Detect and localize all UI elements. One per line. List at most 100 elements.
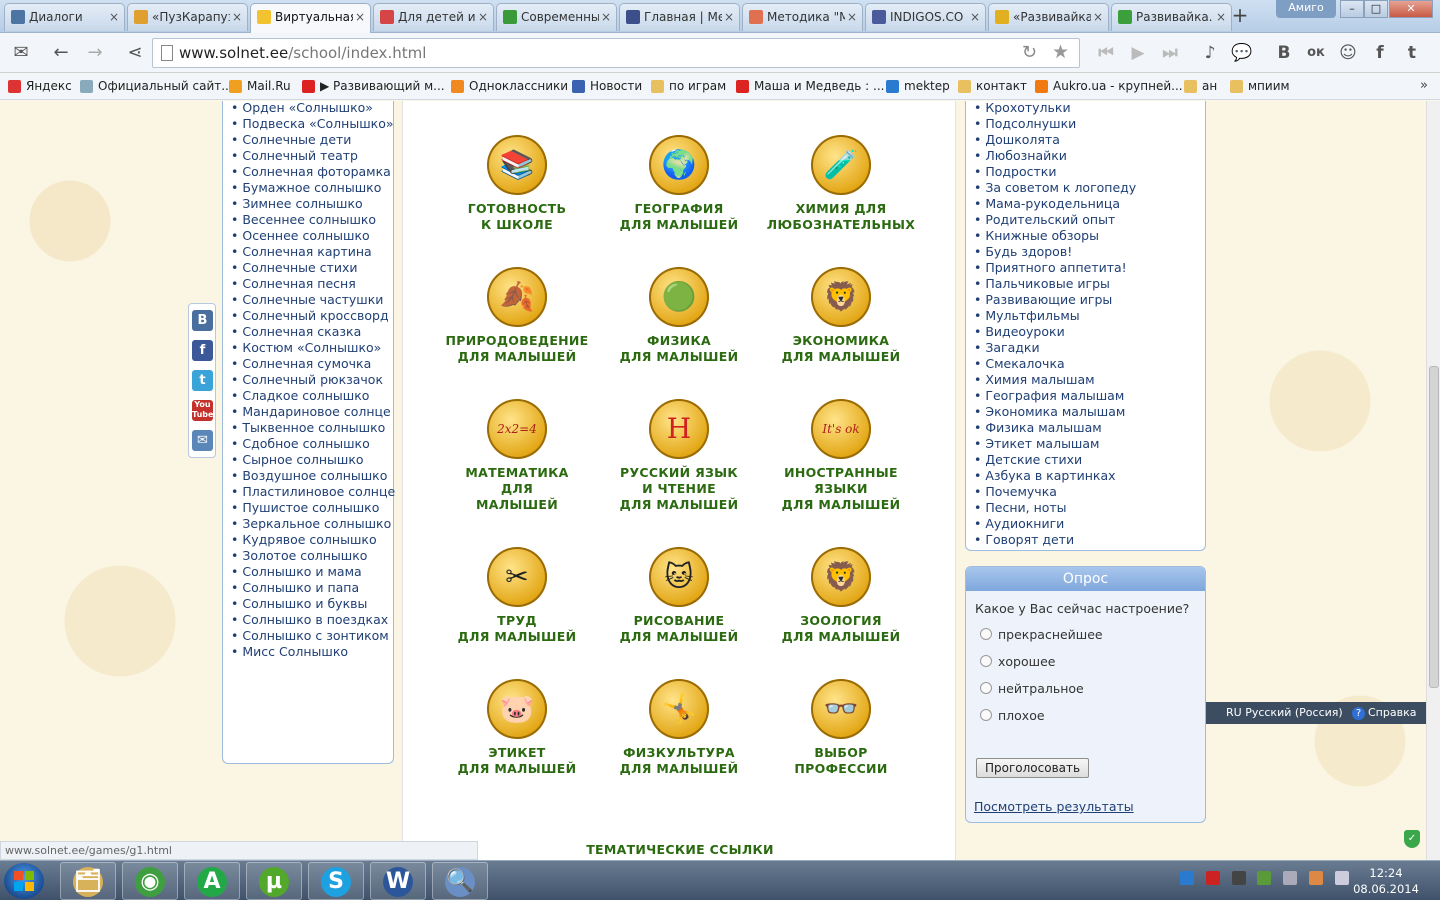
subject-caption[interactable]: ЭКОНОМИКА ДЛЯ МАЛЫШЕЙ <box>760 333 922 365</box>
bookmark-item[interactable]: Новости <box>572 79 642 93</box>
subject-medal-icon[interactable]: 🌍 <box>649 135 709 195</box>
right-menu-item[interactable]: Химия малышам <box>966 372 1205 388</box>
subject-medal-icon[interactable]: 🐷 <box>487 679 547 739</box>
share-icon[interactable]: ⋖ <box>122 41 148 65</box>
subject-link[interactable]: It's ok ИНОСТРАННЫЕ ЯЗЫКИ ДЛЯ МАЛЫШЕЙ <box>760 399 922 513</box>
subject-caption[interactable]: ФИЗКУЛЬТУРА ДЛЯ МАЛЫШЕЙ <box>598 745 760 777</box>
tab-close-icon[interactable]: × <box>109 4 119 30</box>
subject-medal-icon[interactable]: 🍂 <box>487 267 547 327</box>
shield-icon[interactable]: ✓ <box>1404 830 1420 848</box>
vkontakte-icon[interactable]: В <box>1270 40 1298 66</box>
tab-close-icon[interactable]: × <box>847 4 857 30</box>
poll-option-4[interactable]: плохое <box>980 708 1045 723</box>
left-menu-item[interactable]: Солнышко в поездках <box>223 612 393 628</box>
taskbar-app-button[interactable]: A <box>184 862 240 900</box>
scrollbar-thumb[interactable] <box>1429 366 1439 688</box>
left-menu-item[interactable]: Подвеска «Солнышко» <box>223 116 393 132</box>
left-menu-item[interactable]: Осеннее солнышко <box>223 228 393 244</box>
network-icon[interactable] <box>1283 871 1298 885</box>
subject-medal-icon[interactable]: 2x2=4 <box>487 399 547 459</box>
email-share-icon[interactable]: ✉ <box>192 430 213 451</box>
right-menu-item[interactable]: Азбука в картинках <box>966 468 1205 484</box>
help-button[interactable]: ? Справка <box>1352 702 1416 724</box>
back-button[interactable]: ← <box>48 41 74 65</box>
right-menu-item[interactable]: Будь здоров! <box>966 244 1205 260</box>
subject-medal-icon[interactable]: 👓 <box>811 679 871 739</box>
poll-option-1[interactable]: прекраснейшее <box>980 627 1103 642</box>
right-menu-item[interactable]: Экономика малышам <box>966 404 1205 420</box>
browser-tab[interactable]: «Развивайка × <box>988 3 1109 31</box>
subject-link[interactable]: 🍂 ПРИРОДОВЕДЕНИЕ ДЛЯ МАЛЫШЕЙ <box>436 267 598 365</box>
minimize-button[interactable]: – <box>1340 0 1364 18</box>
left-menu-item[interactable]: Солнечные частушки <box>223 292 393 308</box>
bookmark-item[interactable]: мпиим <box>1230 79 1290 93</box>
facebook-share-icon[interactable]: f <box>192 340 213 361</box>
browser-tab[interactable]: Для детей и × <box>373 3 494 31</box>
tab-close-icon[interactable]: × <box>724 4 734 30</box>
tab-close-icon[interactable]: × <box>970 4 980 30</box>
thematic-links-heading[interactable]: ТЕМАТИЧЕСКИЕ ССЫЛКИ <box>403 842 957 857</box>
subject-medal-icon[interactable]: 🦁 <box>811 267 871 327</box>
left-menu-item[interactable]: Солнечный театр <box>223 148 393 164</box>
tab-close-icon[interactable]: × <box>601 4 611 30</box>
subject-medal-icon[interactable]: 🟢 <box>649 267 709 327</box>
tab-close-icon[interactable]: × <box>1216 4 1226 30</box>
right-menu-item[interactable]: Пальчиковые игры <box>966 276 1205 292</box>
bookmark-item[interactable]: Одноклассники <box>451 79 568 93</box>
right-menu-item[interactable]: Любознайки <box>966 148 1205 164</box>
media-next-icon[interactable]: ⏭ <box>1156 40 1184 66</box>
subject-caption[interactable]: ЗООЛОГИЯ ДЛЯ МАЛЫШЕЙ <box>760 613 922 645</box>
right-menu-item[interactable]: Подростки <box>966 164 1205 180</box>
subject-link[interactable]: 🦁 ЗООЛОГИЯ ДЛЯ МАЛЫШЕЙ <box>760 547 922 645</box>
bookmark-item[interactable]: ан <box>1184 79 1217 93</box>
browser-tab[interactable]: Методика "М × <box>742 3 863 31</box>
vote-button[interactable]: Проголосовать <box>976 758 1090 778</box>
left-menu-item[interactable]: Солнечные дети <box>223 132 393 148</box>
right-menu-item[interactable]: Смекалочка <box>966 356 1205 372</box>
bookmark-item[interactable]: Маша и Медведь : ... <box>736 79 884 93</box>
right-menu-item[interactable]: Развивающие игры <box>966 292 1205 308</box>
browser-tab[interactable]: Современны × <box>496 3 617 31</box>
left-menu-item[interactable]: Солнышко и мама <box>223 564 393 580</box>
right-menu-item[interactable]: Песни, ноты <box>966 500 1205 516</box>
subject-caption[interactable]: ГОТОВНОСТЬ К ШКОЛЕ <box>436 201 598 233</box>
reload-icon[interactable]: ↻ <box>1022 42 1037 63</box>
taskbar-app-button[interactable]: 🗂 <box>60 862 116 900</box>
left-menu-item[interactable]: Весеннее солнышко <box>223 212 393 228</box>
language-indicator[interactable]: RU Русский (Россия) <box>1226 702 1343 724</box>
browser-user-badge[interactable]: Амиго <box>1276 0 1336 18</box>
flag-icon[interactable] <box>1309 871 1324 885</box>
right-menu-item[interactable]: География малышам <box>966 388 1205 404</box>
start-button[interactable] <box>4 863 44 899</box>
right-menu-item[interactable]: Книжные обзоры <box>966 228 1205 244</box>
left-menu-item[interactable]: Мисс Солнышко <box>223 644 393 660</box>
subject-link[interactable]: 🐷 ЭТИКЕТ ДЛЯ МАЛЫШЕЙ <box>436 679 598 777</box>
left-menu-item[interactable]: Костюм «Солнышко» <box>223 340 393 356</box>
forward-button[interactable]: → <box>82 41 108 65</box>
moimir-icon[interactable]: ☺ <box>1334 40 1362 66</box>
subject-link[interactable]: ✂ ТРУД ДЛЯ МАЛЫШЕЙ <box>436 547 598 645</box>
left-menu-item[interactable]: Зеркальное солнышко <box>223 516 393 532</box>
twitter-icon[interactable]: t <box>1398 40 1426 66</box>
left-menu-item[interactable]: Солнышко и буквы <box>223 596 393 612</box>
left-menu-item[interactable]: Орден «Солнышко» <box>223 101 393 116</box>
nvidia-icon[interactable] <box>1257 871 1272 885</box>
right-menu-item[interactable]: Говорят дети <box>966 532 1205 548</box>
subject-link[interactable]: Н РУССКИЙ ЯЗЫК И ЧТЕНИЕ ДЛЯ МАЛЫШЕЙ <box>598 399 760 513</box>
left-menu-item[interactable]: Мандариновое солнце <box>223 404 393 420</box>
system-clock[interactable]: 12:24 08.06.2014 <box>1348 865 1424 897</box>
left-menu-item[interactable]: Солнечные стихи <box>223 260 393 276</box>
right-menu-item[interactable]: Мама-рукодельница <box>966 196 1205 212</box>
poll-option-2[interactable]: хорошее <box>980 654 1055 669</box>
vkontakte-share-icon[interactable]: B <box>192 310 213 331</box>
subject-caption[interactable]: ПРИРОДОВЕДЕНИЕ ДЛЯ МАЛЫШЕЙ <box>436 333 598 365</box>
tab-close-icon[interactable]: × <box>1093 4 1103 30</box>
bookmark-item[interactable]: по играм <box>651 79 726 93</box>
right-menu-item[interactable]: За советом к логопеду <box>966 180 1205 196</box>
subject-medal-icon[interactable]: 🐱 <box>649 547 709 607</box>
view-results-link[interactable]: Посмотреть результаты <box>974 799 1134 814</box>
browser-tab[interactable]: Развивайка. × <box>1111 3 1232 31</box>
poll-option-3[interactable]: нейтральное <box>980 681 1084 696</box>
left-menu-item[interactable]: Сырное солнышко <box>223 452 393 468</box>
taskbar-app-button[interactable]: S <box>308 862 364 900</box>
